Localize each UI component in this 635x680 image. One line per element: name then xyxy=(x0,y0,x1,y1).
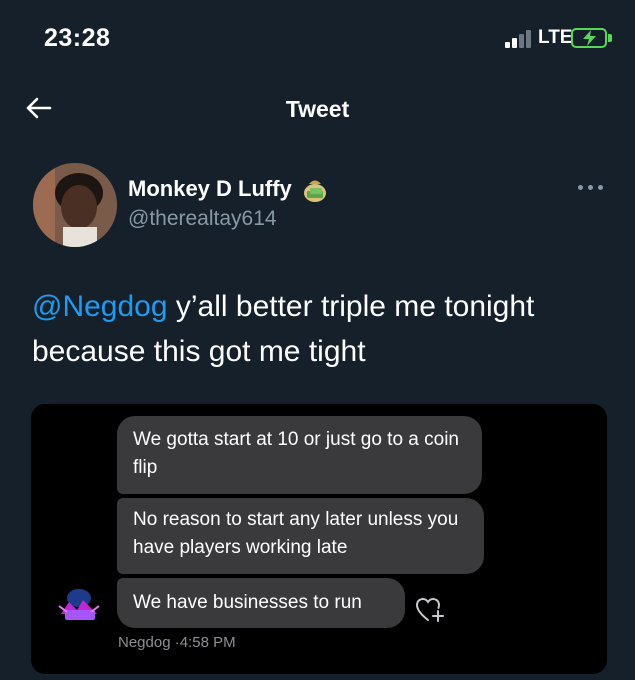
message-bubble: We have businesses to run xyxy=(117,578,405,628)
network-label: LTE xyxy=(538,27,573,48)
status-time: 23:28 xyxy=(44,24,111,52)
display-name[interactable]: Monkey D Luffy xyxy=(128,176,292,202)
author-name-row[interactable]: Monkey D Luffy xyxy=(128,175,330,203)
battery-icon xyxy=(571,28,607,48)
page-title: Tweet xyxy=(285,96,350,122)
message-meta: Negdog ·4:58 PM xyxy=(118,634,236,651)
tweet-text: @Negdog y’all better triple me tonight b… xyxy=(32,284,617,374)
sender-avatar xyxy=(58,589,100,620)
money-bag-emoji xyxy=(303,180,326,202)
message-sender: Negdog xyxy=(118,634,171,651)
status-bar: 23:28 LTE xyxy=(0,0,635,80)
avatar[interactable] xyxy=(33,163,117,247)
user-handle[interactable]: @therealtay614 xyxy=(128,207,277,231)
more-horizontal-icon[interactable] xyxy=(578,182,606,192)
signal-icon xyxy=(505,30,533,48)
tweet-media[interactable]: We gotta start at 10 or just go to a coi… xyxy=(31,404,607,674)
battery-nub xyxy=(608,34,612,42)
nav-bar: Tweet xyxy=(0,80,635,140)
message-bubble: We gotta start at 10 or just go to a coi… xyxy=(117,416,482,494)
message-bubble: No reason to start any later unless you … xyxy=(117,498,484,574)
mention-link[interactable]: @Negdog xyxy=(32,290,168,323)
heart-plus-icon[interactable] xyxy=(415,596,445,624)
message-time: 4:58 PM xyxy=(179,634,236,651)
